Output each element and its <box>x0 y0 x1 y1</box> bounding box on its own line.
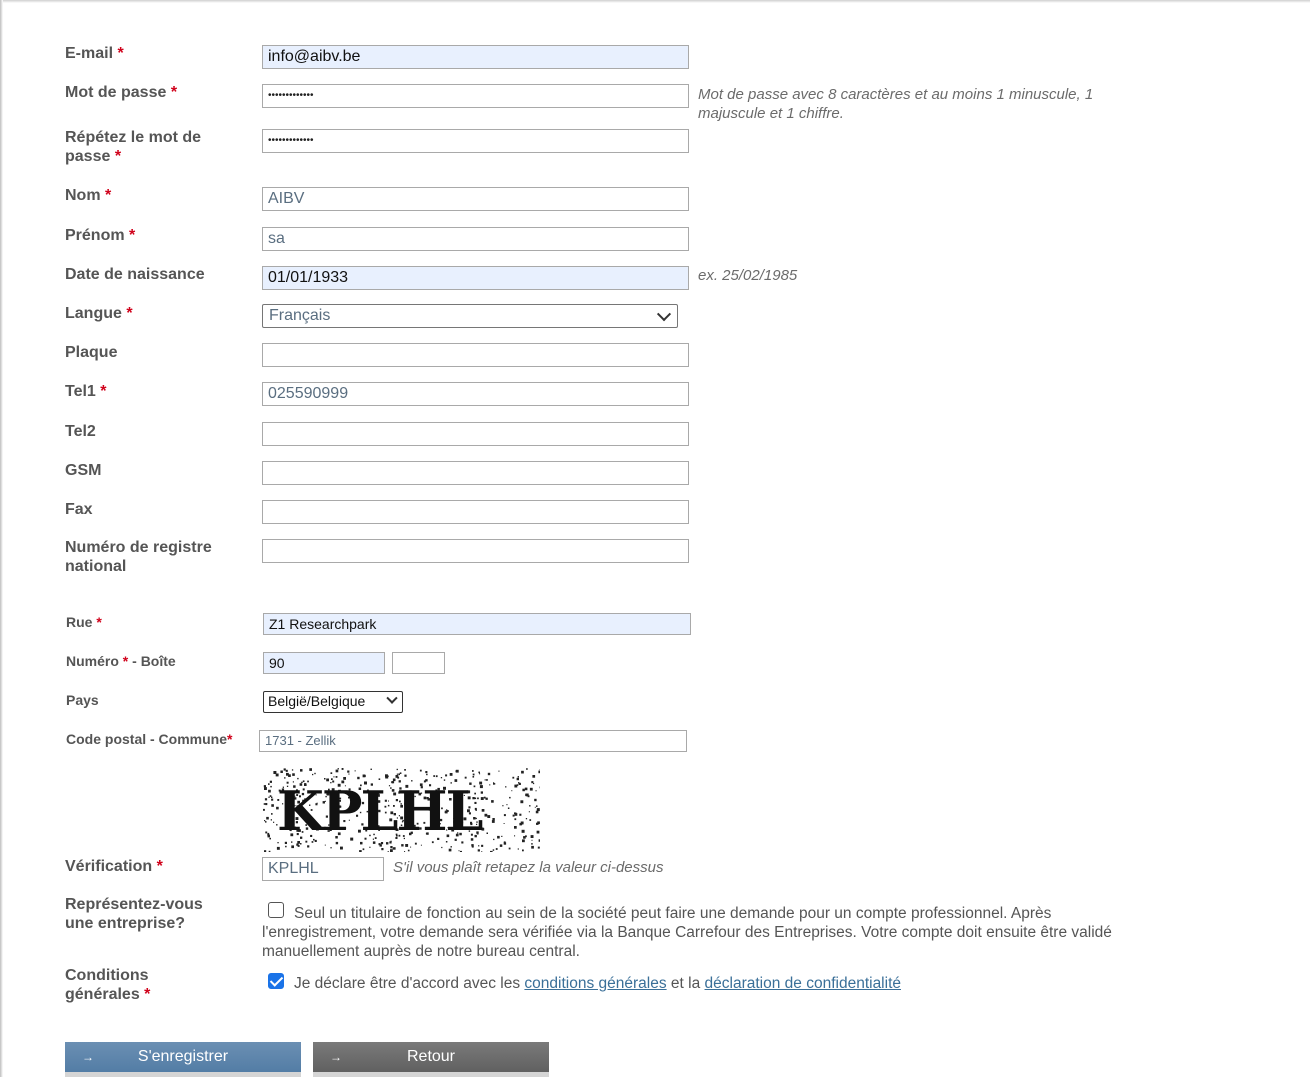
registre-label-line1: Numéro de registre <box>65 539 212 556</box>
rue-field[interactable]: Z1 Researchpark <box>263 613 691 635</box>
tel2-label: Tel2 <box>65 423 96 440</box>
back-button-label: Retour <box>406 1048 456 1065</box>
register-button[interactable]: → S'enregistrer <box>65 1042 301 1077</box>
conditions-text-before: Je déclare être d'accord avec les <box>294 975 525 992</box>
required-marker: * <box>100 383 107 400</box>
birthdate-label: Date de naissance <box>65 266 205 283</box>
tel2-field[interactable] <box>262 422 689 446</box>
email-label: E-mail * <box>65 44 124 63</box>
confidentialite-link[interactable]: déclaration de confidentialité <box>705 975 901 992</box>
password-hint: Mot de passe avec 8 caractères et au moi… <box>698 86 1094 122</box>
numero-field[interactable]: 90 <box>263 652 385 674</box>
rue-label: Rue * <box>66 613 102 632</box>
registre-label-line2: national <box>65 558 127 575</box>
conditions-label-line2: générales <box>65 986 140 1003</box>
verification-label: Vérification * <box>65 857 163 876</box>
tel1-label: Tel1 * <box>65 382 107 401</box>
entreprise-text-line2: l'enregistrement, votre demande sera vér… <box>262 924 1112 941</box>
langue-label: Langue * <box>65 304 133 323</box>
required-marker: * <box>126 305 133 322</box>
rue-label-text: Rue <box>66 614 93 630</box>
window-top-edge <box>0 0 1310 3</box>
arrow-right-icon: → <box>82 1050 94 1064</box>
verification-label-text: Vérification <box>65 858 153 875</box>
password-label-text: Mot de passe <box>65 84 167 101</box>
entreprise-label-line2: une entreprise? <box>65 915 186 932</box>
conditions-text-middle: et la <box>666 975 705 992</box>
required-marker: * <box>96 614 102 630</box>
langue-select-value: Français <box>269 307 331 324</box>
birthdate-hint: ex. 25/02/1985 <box>698 267 798 284</box>
nom-field[interactable]: AIBV <box>262 187 689 211</box>
required-marker: * <box>117 45 124 62</box>
entreprise-text-line3: manuellement auprès de notre bureau cent… <box>262 943 580 960</box>
email-label-text: E-mail <box>65 45 114 62</box>
required-marker: * <box>129 227 136 244</box>
numero-label-text: Numéro <box>66 653 119 669</box>
boite-label-text: - Boîte <box>128 653 176 669</box>
conditions-generales-link[interactable]: conditions générales <box>524 975 666 992</box>
code-postal-label-text: Code postal - Commune <box>66 731 228 747</box>
fax-label: Fax <box>65 501 93 518</box>
password-label: Mot de passe * <box>65 83 177 102</box>
tel1-label-text: Tel1 <box>65 383 96 400</box>
nom-label: Nom * <box>65 186 111 205</box>
code-postal-field[interactable]: 1731 - Zellik <box>259 730 687 752</box>
verification-hint: S'il vous plaît retapez la valeur ci-des… <box>393 859 664 876</box>
password-repeat-label-line2: passe <box>65 148 111 165</box>
entreprise-label-line1: Représentez-vous <box>65 896 203 913</box>
window-left-edge <box>0 0 3 1077</box>
chevron-down-icon <box>656 307 672 322</box>
register-button-label: S'enregistrer <box>137 1048 229 1065</box>
numero-label: Numéro * - Boîte <box>66 652 176 671</box>
registre-label: Numéro de registre national <box>65 538 212 576</box>
required-marker: * <box>114 148 122 165</box>
boite-field[interactable] <box>392 652 445 674</box>
arrow-right-icon: → <box>330 1050 342 1064</box>
verification-field[interactable]: KPLHL <box>262 857 384 881</box>
required-marker: * <box>144 986 151 1003</box>
pays-select-value: België/Belgique <box>268 693 366 709</box>
chevron-down-icon <box>386 692 398 704</box>
required-marker: * <box>156 858 163 875</box>
pays-select[interactable]: België/Belgique <box>263 691 403 713</box>
captcha-text: KPLHL <box>277 779 483 843</box>
required-marker: * <box>227 731 233 747</box>
entreprise-label: Représentez-vous une entreprise? <box>65 895 203 933</box>
email-field[interactable]: info@aibv.be <box>262 45 689 69</box>
required-marker: * <box>170 84 178 101</box>
conditions-label: Conditions générales * <box>65 966 150 1004</box>
nom-label-text: Nom <box>65 187 101 204</box>
prenom-field[interactable]: sa <box>262 227 689 251</box>
entreprise-checkbox[interactable] <box>268 902 284 918</box>
password-field[interactable]: ••••••••••••• <box>262 84 689 108</box>
password-repeat-label-line1: Répétez le mot de <box>65 129 202 146</box>
back-button[interactable]: → Retour <box>313 1042 549 1077</box>
langue-label-text: Langue <box>65 305 122 322</box>
plaque-field[interactable] <box>262 343 689 367</box>
langue-select[interactable]: Français <box>262 304 678 328</box>
conditions-text: Je déclare être d'accord avec les condit… <box>294 975 1194 993</box>
gsm-field[interactable] <box>262 461 689 485</box>
prenom-label-text: Prénom <box>65 227 125 244</box>
required-marker: * <box>105 187 112 204</box>
gsm-label: GSM <box>65 462 102 479</box>
birthdate-field[interactable]: 01/01/1933 <box>262 266 689 290</box>
password-repeat-field[interactable]: ••••••••••••• <box>262 129 689 153</box>
entreprise-text-line1: Seul un titulaire de fonction au sein de… <box>294 905 1052 922</box>
conditions-checkbox[interactable] <box>268 973 284 989</box>
button-bottom-strip <box>65 1072 301 1077</box>
pays-label: Pays <box>66 692 99 708</box>
password-repeat-label: Répétez le mot de passe * <box>65 128 201 166</box>
conditions-label-line1: Conditions <box>65 967 149 984</box>
fax-field[interactable] <box>262 500 689 524</box>
code-postal-label: Code postal - Commune* <box>66 730 232 749</box>
tel1-field[interactable]: 025590999 <box>262 382 689 406</box>
button-bottom-strip <box>313 1072 549 1077</box>
captcha-image: KPLHL <box>263 768 540 852</box>
prenom-label: Prénom * <box>65 226 135 245</box>
registre-field[interactable] <box>262 539 689 563</box>
plaque-label: Plaque <box>65 344 118 361</box>
